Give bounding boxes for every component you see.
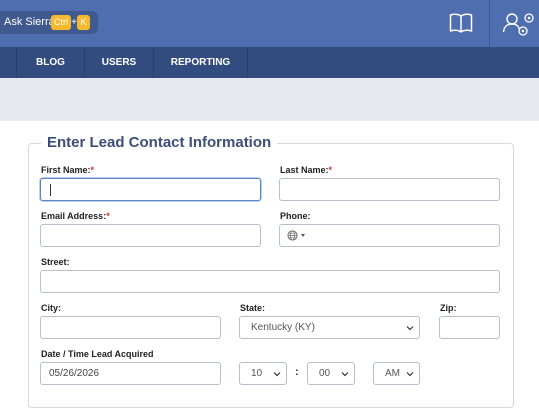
text-caret bbox=[50, 184, 51, 196]
minute-selected-value: 00 bbox=[319, 368, 331, 379]
book-icon[interactable] bbox=[449, 12, 473, 34]
page-toolbar-band bbox=[0, 78, 539, 121]
first-name-label: First Name:* bbox=[41, 165, 95, 175]
required-marker: * bbox=[90, 165, 95, 175]
minute-select[interactable]: 00 bbox=[307, 362, 355, 385]
phone-label: Phone: bbox=[280, 211, 311, 221]
top-header: Ask Sierra Ctrl + K bbox=[0, 0, 539, 47]
state-selected-value: Kentucky (KY) bbox=[251, 322, 315, 333]
city-label: City: bbox=[41, 303, 61, 313]
users-settings-icon[interactable] bbox=[502, 11, 536, 37]
date-acquired-input[interactable]: 05/26/2026 bbox=[40, 362, 221, 385]
state-select[interactable]: Kentucky (KY) bbox=[239, 316, 420, 339]
globe-icon[interactable] bbox=[287, 230, 298, 241]
required-marker: * bbox=[328, 165, 333, 175]
last-name-input[interactable] bbox=[279, 178, 500, 201]
shortcut-ctrl-key: Ctrl bbox=[51, 15, 71, 30]
chevron-down-icon bbox=[301, 234, 305, 237]
header-divider bbox=[489, 0, 490, 47]
date-acquired-label: Date / Time Lead Acquired bbox=[41, 349, 154, 359]
fieldset-legend: Enter Lead Contact Information bbox=[41, 134, 278, 151]
nav-item-users[interactable]: USERS bbox=[85, 47, 153, 78]
city-input[interactable] bbox=[40, 316, 221, 339]
chevron-down-icon bbox=[341, 372, 349, 377]
nav-item-reporting[interactable]: REPORTING bbox=[154, 47, 247, 78]
hour-selected-value: 10 bbox=[251, 368, 263, 379]
street-label: Street: bbox=[41, 257, 70, 267]
chevron-down-icon bbox=[406, 326, 414, 331]
chevron-down-icon bbox=[406, 372, 414, 377]
street-input[interactable] bbox=[40, 270, 500, 293]
state-label: State: bbox=[240, 303, 266, 313]
hour-select[interactable]: 10 bbox=[239, 362, 287, 385]
time-separator: : bbox=[295, 366, 299, 378]
main-nav: BLOG USERS REPORTING bbox=[0, 47, 539, 78]
last-name-label: Last Name:* bbox=[280, 165, 333, 175]
required-marker: * bbox=[106, 211, 110, 221]
phone-input[interactable] bbox=[279, 224, 500, 247]
email-input[interactable] bbox=[40, 224, 261, 247]
shortcut-k-key: K bbox=[77, 15, 90, 30]
nav-item-blog[interactable]: BLOG bbox=[17, 47, 84, 78]
meridiem-selected-value: AM bbox=[385, 368, 400, 379]
nav-divider bbox=[247, 47, 248, 78]
zip-input[interactable] bbox=[439, 316, 500, 339]
chevron-down-icon bbox=[273, 372, 281, 377]
meridiem-select[interactable]: AM bbox=[373, 362, 420, 385]
ask-sierra-button[interactable]: Ask Sierra Ctrl + K bbox=[0, 11, 98, 34]
first-name-input[interactable] bbox=[40, 178, 261, 201]
ask-sierra-label: Ask Sierra bbox=[4, 16, 55, 28]
email-label: Email Address:* bbox=[41, 211, 110, 221]
zip-label: Zip: bbox=[440, 303, 457, 313]
